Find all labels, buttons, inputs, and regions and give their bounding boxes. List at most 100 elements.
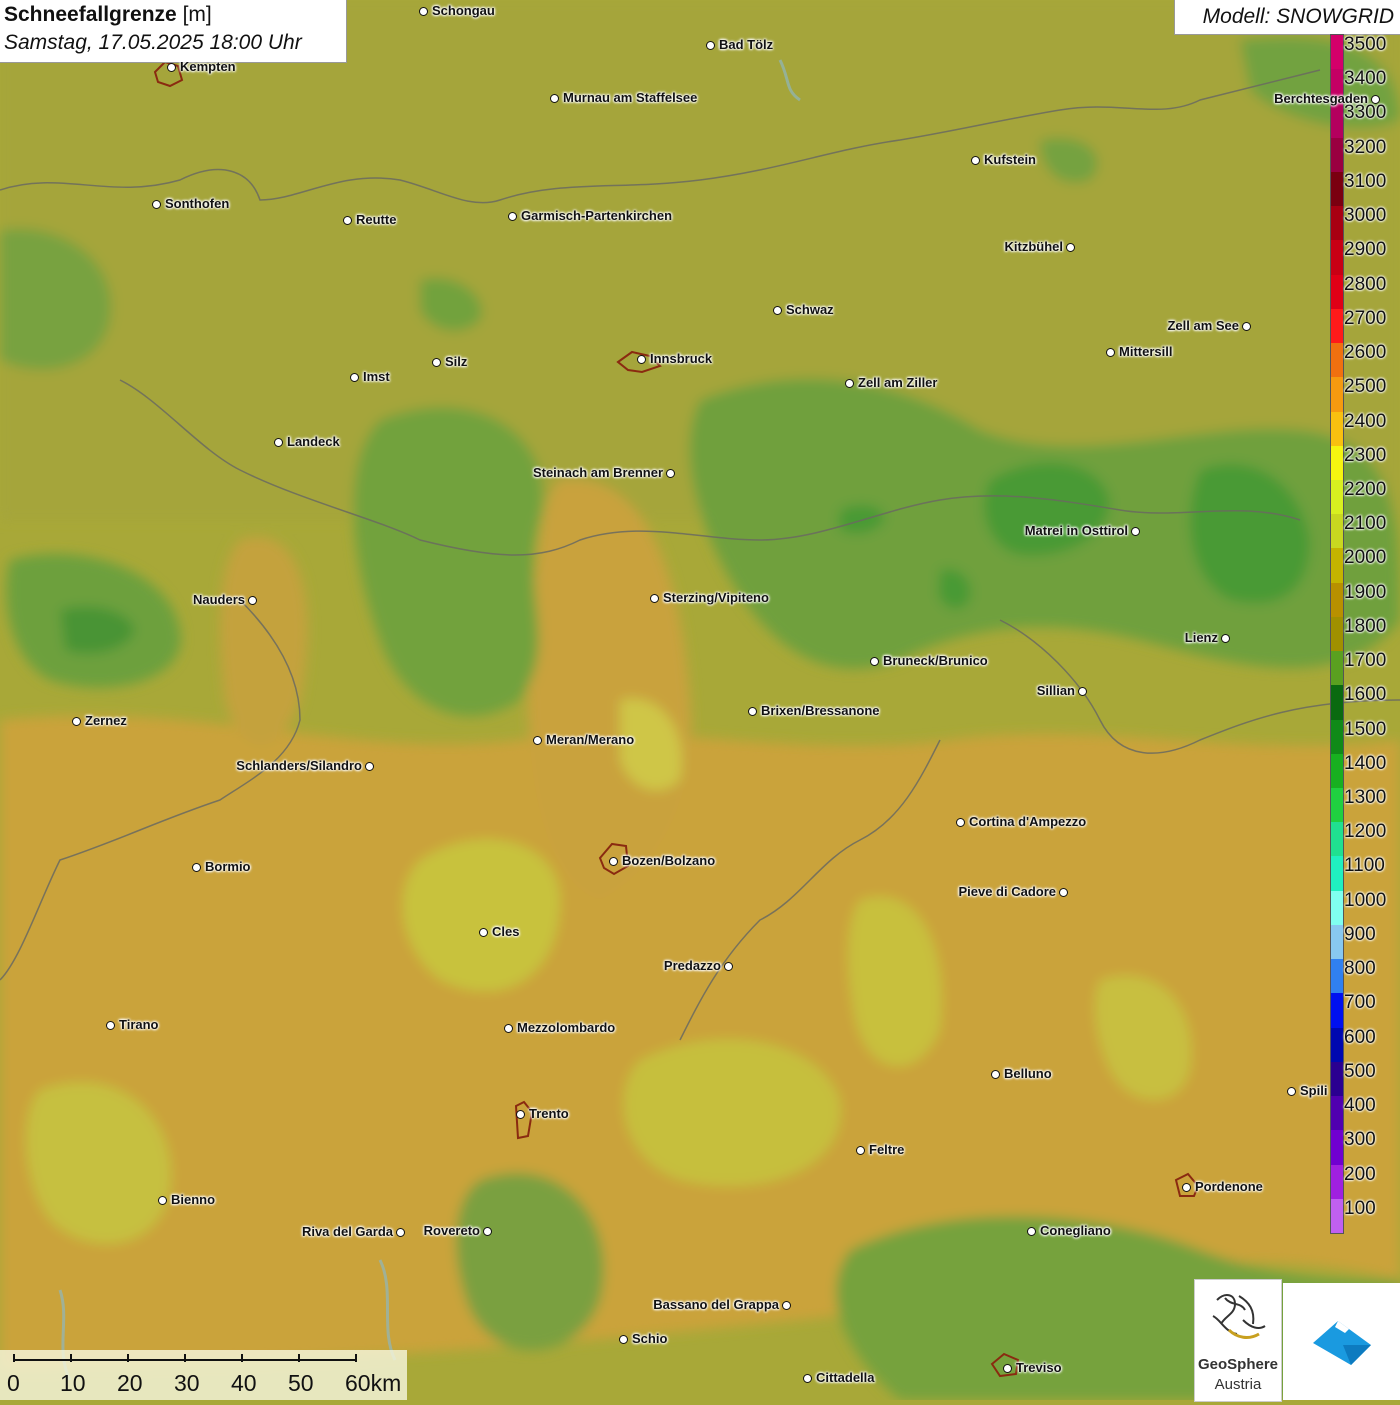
legend-swatch	[1331, 308, 1343, 344]
legend-swatch	[1331, 514, 1343, 549]
city-marker	[724, 962, 733, 971]
legend-label: 2900	[1344, 239, 1387, 261]
city-label[interactable]: Schio	[632, 1331, 667, 1346]
legend-swatch	[1331, 445, 1343, 481]
scale-tick	[70, 1354, 72, 1362]
city-label[interactable]: Matrei in Osttirol	[1025, 523, 1128, 538]
legend-label: 3100	[1344, 170, 1387, 192]
city-label[interactable]: Sterzing/Vipiteno	[663, 590, 769, 605]
city-label[interactable]: Spili	[1300, 1083, 1327, 1098]
city-label[interactable]: Meran/Merano	[546, 732, 634, 747]
legend-label: 1000	[1344, 889, 1387, 911]
city-label[interactable]: Trento	[529, 1106, 569, 1121]
city-label[interactable]: Zell am Ziller	[858, 375, 937, 390]
city-label[interactable]: Sonthofen	[165, 196, 229, 211]
legend-label: 900	[1344, 923, 1376, 945]
city-marker	[803, 1374, 812, 1383]
scale-label: 10	[60, 1370, 86, 1396]
city-label[interactable]: Bozen/Bolzano	[622, 853, 715, 868]
snowgrid-logo[interactable]	[1283, 1283, 1400, 1400]
scale-label: 40	[231, 1370, 257, 1396]
legend-swatch	[1331, 343, 1343, 378]
city-label[interactable]: Pieve di Cadore	[958, 884, 1056, 899]
legend-label: 2500	[1344, 376, 1387, 398]
city-label[interactable]: Lienz	[1185, 630, 1218, 645]
city-label[interactable]: Rovereto	[424, 1223, 480, 1238]
city-label[interactable]: Bruneck/Brunico	[883, 653, 988, 668]
city-label[interactable]: Mezzolombardo	[517, 1020, 615, 1035]
city-label[interactable]: Murnau am Staffelsee	[563, 90, 697, 105]
scale-label: 60km	[345, 1370, 402, 1396]
city-marker	[619, 1335, 628, 1344]
city-label[interactable]: Riva del Garda	[302, 1224, 393, 1239]
legend-label: 400	[1344, 1095, 1376, 1117]
city-label[interactable]: Berchtesgaden	[1274, 91, 1368, 106]
city-label[interactable]: Conegliano	[1040, 1223, 1111, 1238]
city-label[interactable]: Nauders	[193, 592, 245, 607]
city-marker	[479, 928, 488, 937]
city-label[interactable]: Garmisch-Partenkirchen	[521, 208, 672, 223]
city-label[interactable]: Innsbruck	[650, 351, 712, 366]
legend-label: 200	[1344, 1163, 1376, 1185]
city-label[interactable]: Bassano del Grappa	[653, 1297, 779, 1312]
scale-tick	[127, 1354, 129, 1362]
legend-swatch	[1331, 1027, 1343, 1063]
city-marker	[508, 212, 517, 221]
legend-label: 700	[1344, 992, 1376, 1014]
city-label[interactable]: Kitzbühel	[1005, 239, 1064, 254]
scale-tick	[184, 1354, 186, 1362]
legend-label: 100	[1344, 1197, 1376, 1219]
legend-label: 1600	[1344, 684, 1387, 706]
city-label[interactable]: Treviso	[1016, 1360, 1062, 1375]
city-label[interactable]: Cittadella	[816, 1370, 875, 1385]
city-label[interactable]: Cortina d'Ampezzo	[969, 814, 1086, 829]
legend-swatch	[1331, 685, 1343, 721]
legend-label: 1300	[1344, 787, 1387, 809]
legend-swatch	[1331, 924, 1343, 960]
city-label[interactable]: Schlanders/Silandro	[236, 758, 362, 773]
city-marker	[248, 596, 257, 605]
city-label[interactable]: Mittersill	[1119, 344, 1172, 359]
city-marker	[516, 1110, 525, 1119]
legend-swatch	[1331, 753, 1343, 789]
city-marker	[637, 355, 646, 364]
city-label[interactable]: Kufstein	[984, 152, 1036, 167]
city-label[interactable]: Cles	[492, 924, 519, 939]
city-marker	[1106, 348, 1115, 357]
city-marker	[419, 7, 428, 16]
city-label[interactable]: Tirano	[119, 1017, 159, 1032]
city-marker	[845, 379, 854, 388]
city-label[interactable]: Steinach am Brenner	[533, 465, 663, 480]
city-label[interactable]: Silz	[445, 354, 467, 369]
legend-swatch	[1331, 959, 1343, 994]
legend-swatch	[1331, 1061, 1343, 1097]
city-marker	[1066, 243, 1075, 252]
city-label[interactable]: Reutte	[356, 212, 396, 227]
city-label[interactable]: Kempten	[180, 59, 236, 74]
city-label[interactable]: Pordenone	[1195, 1179, 1263, 1194]
city-label[interactable]: Zernez	[85, 713, 127, 728]
city-marker	[343, 216, 352, 225]
city-label[interactable]: Bienno	[171, 1192, 215, 1207]
city-label[interactable]: Zell am See	[1167, 318, 1239, 333]
city-marker	[666, 469, 675, 478]
geosphere-logo[interactable]: GeoSphere Austria	[1194, 1279, 1282, 1402]
city-label[interactable]: Schongau	[432, 3, 495, 18]
city-marker	[158, 1196, 167, 1205]
legend-swatch	[1331, 479, 1343, 515]
city-label[interactable]: Sillian	[1037, 683, 1075, 698]
city-label[interactable]: Brixen/Bressanone	[761, 703, 880, 718]
city-label[interactable]: Predazzo	[664, 958, 721, 973]
legend-swatch	[1331, 822, 1343, 857]
city-label[interactable]: Landeck	[287, 434, 340, 449]
legend-label: 1900	[1344, 581, 1387, 603]
city-label[interactable]: Feltre	[869, 1142, 904, 1157]
city-label[interactable]: Schwaz	[786, 302, 834, 317]
city-label[interactable]: Belluno	[1004, 1066, 1052, 1081]
legend-label: 2400	[1344, 410, 1387, 432]
city-label[interactable]: Bad Tölz	[719, 37, 773, 52]
city-label[interactable]: Bormio	[205, 859, 251, 874]
city-label[interactable]: Imst	[363, 369, 390, 384]
legend-swatch	[1331, 582, 1343, 618]
city-marker	[365, 762, 374, 771]
